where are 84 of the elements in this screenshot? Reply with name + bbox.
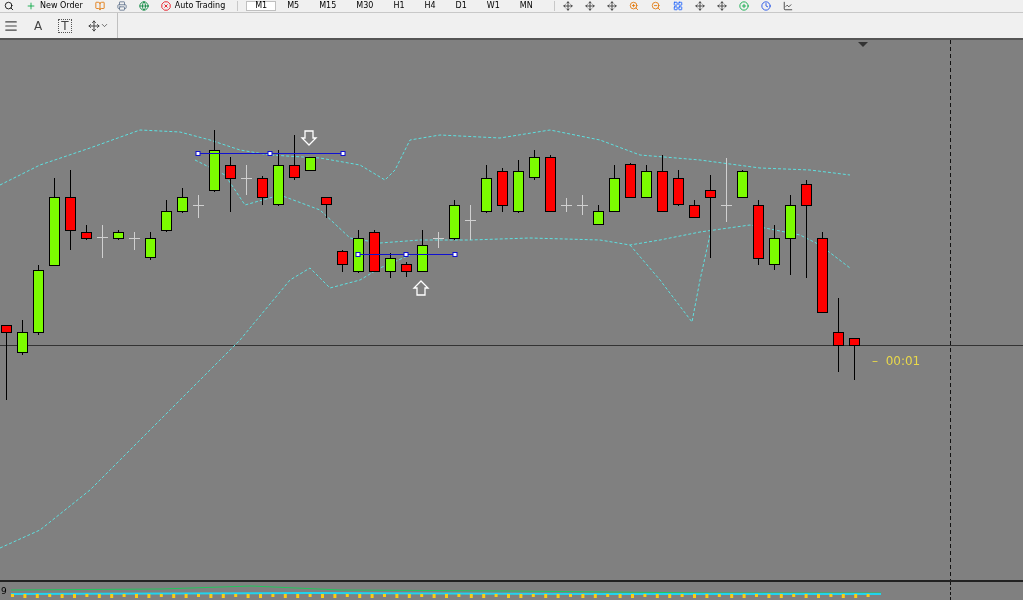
down-arrow-icon bbox=[300, 130, 318, 146]
candle bbox=[128, 231, 141, 251]
candle bbox=[464, 204, 477, 241]
plus-icon bbox=[26, 1, 36, 11]
candle bbox=[192, 194, 205, 219]
candle bbox=[385, 252, 396, 279]
candle bbox=[481, 164, 492, 214]
stop-icon bbox=[160, 1, 171, 11]
candle bbox=[625, 162, 636, 199]
candle bbox=[209, 129, 220, 193]
text-tool-button[interactable]: A bbox=[34, 19, 43, 32]
indicator-value: 9 bbox=[0, 586, 7, 596]
printer-icon[interactable] bbox=[116, 1, 127, 11]
globe-icon[interactable] bbox=[138, 1, 149, 11]
timeframe-button[interactable]: D1 bbox=[446, 1, 476, 11]
timeframe-button[interactable]: W1 bbox=[477, 1, 509, 11]
timeframe-button[interactable]: M30 bbox=[347, 1, 383, 11]
crosshair-icon[interactable] bbox=[584, 1, 595, 11]
crosshair-icon[interactable] bbox=[606, 1, 617, 11]
candle bbox=[417, 229, 428, 273]
candle bbox=[257, 175, 268, 206]
candle bbox=[273, 149, 284, 207]
timeframe-button[interactable]: M15 bbox=[310, 1, 346, 11]
candle bbox=[609, 164, 620, 213]
zoom-out-icon[interactable] bbox=[650, 1, 661, 11]
candle bbox=[769, 224, 780, 271]
candle bbox=[657, 154, 668, 213]
timeframe-button[interactable]: M1 bbox=[246, 1, 277, 11]
candle bbox=[369, 229, 380, 273]
candle bbox=[560, 197, 573, 213]
candle bbox=[529, 149, 540, 181]
candle bbox=[593, 204, 604, 226]
candle bbox=[33, 264, 44, 336]
candle bbox=[849, 337, 860, 381]
timeframe-button[interactable]: H1 bbox=[384, 1, 414, 11]
candle bbox=[113, 229, 124, 241]
auto-trading-button[interactable]: Auto Trading bbox=[160, 1, 226, 11]
candle bbox=[289, 134, 300, 181]
candle bbox=[673, 169, 684, 207]
candle bbox=[81, 224, 92, 241]
scroll-marker-icon bbox=[858, 42, 868, 47]
candle bbox=[321, 196, 332, 219]
candle bbox=[401, 261, 412, 278]
search-icon[interactable] bbox=[4, 1, 14, 11]
candle bbox=[337, 249, 348, 273]
trend-line[interactable] bbox=[355, 252, 458, 257]
clock-icon[interactable] bbox=[760, 1, 771, 11]
candle bbox=[720, 157, 733, 223]
trend-line[interactable] bbox=[195, 151, 346, 156]
chart-icon[interactable] bbox=[782, 1, 793, 11]
candle bbox=[576, 194, 589, 216]
candle bbox=[17, 319, 28, 356]
candle bbox=[145, 231, 156, 261]
new-order-button[interactable]: New Order bbox=[26, 1, 83, 11]
candle bbox=[161, 199, 172, 233]
arrows-dropdown-button[interactable] bbox=[87, 19, 109, 32]
candle bbox=[545, 154, 556, 213]
timeframe-button[interactable]: MN bbox=[510, 1, 542, 11]
candle bbox=[513, 159, 524, 214]
candle bbox=[353, 229, 364, 274]
up-arrow-icon bbox=[412, 280, 430, 296]
crosshair-icon[interactable] bbox=[694, 1, 705, 11]
label-tool-button[interactable]: T bbox=[58, 18, 72, 33]
grid-icon[interactable] bbox=[672, 1, 683, 11]
candle bbox=[225, 156, 236, 213]
candle bbox=[737, 169, 748, 199]
arrows-icon bbox=[87, 19, 100, 32]
candle bbox=[177, 187, 188, 214]
candle bbox=[497, 167, 508, 213]
caret-icon bbox=[99, 21, 109, 30]
candle bbox=[753, 199, 764, 266]
candle bbox=[240, 164, 253, 196]
zoom-in-icon[interactable] bbox=[628, 1, 639, 11]
timeframe-button[interactable]: M5 bbox=[278, 1, 309, 11]
bar-countdown: – 00:01 bbox=[872, 353, 921, 370]
crosshair-icon[interactable] bbox=[716, 1, 727, 11]
timeframe-button[interactable]: H4 bbox=[415, 1, 445, 11]
candle bbox=[689, 199, 700, 219]
candle bbox=[96, 224, 109, 259]
candle bbox=[432, 231, 445, 249]
crosshair-icon[interactable] bbox=[562, 1, 573, 11]
candle bbox=[449, 199, 460, 241]
candle bbox=[305, 156, 316, 171]
candle bbox=[641, 164, 652, 199]
